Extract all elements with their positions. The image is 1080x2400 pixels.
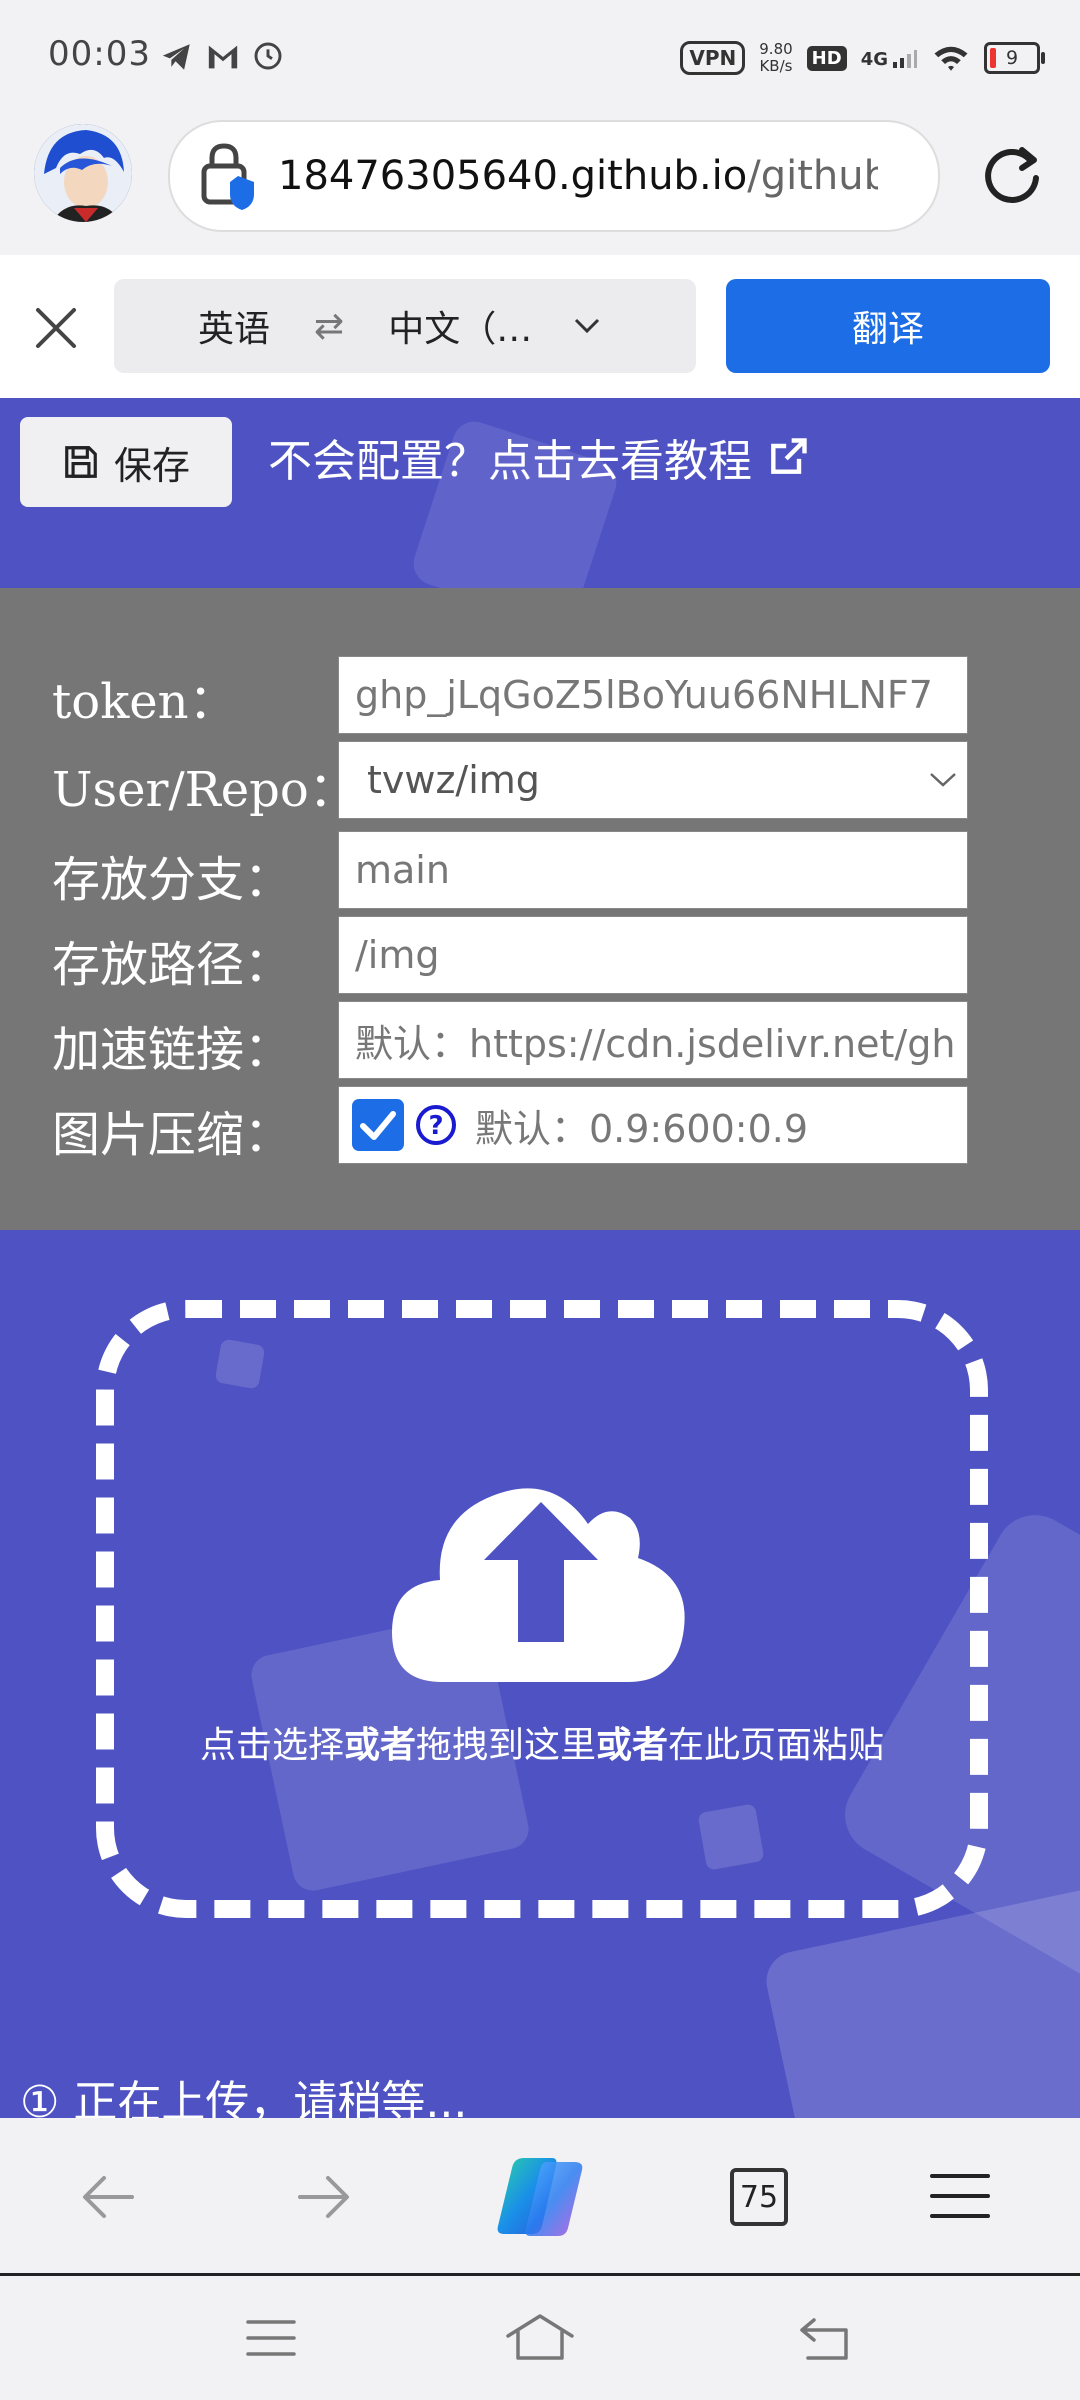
- path-input[interactable]: /img: [338, 916, 968, 994]
- net-speed: 9.80 KB/s: [759, 41, 792, 75]
- back-arrow-icon[interactable]: [80, 2172, 136, 2222]
- drop-text-or: 或者: [343, 1725, 416, 1766]
- home-icon[interactable]: [504, 2312, 576, 2362]
- compress-checkbox[interactable]: [351, 1098, 405, 1152]
- cloud-upload-icon: [392, 1488, 685, 1682]
- close-translate-icon[interactable]: [34, 306, 78, 350]
- compress-value: 默认：0.9:600:0.9: [475, 1106, 809, 1151]
- avatar-image: [34, 124, 132, 222]
- token-label: token：: [52, 674, 237, 730]
- save-button-label: 保存: [113, 443, 190, 488]
- compress-field: ? 默认：0.9:600:0.9: [338, 1086, 968, 1164]
- url-text: 18476305640.github.io/github-fil: [278, 153, 878, 199]
- avatar[interactable]: [34, 124, 132, 222]
- help-icon[interactable]: ?: [415, 1104, 457, 1146]
- tutorial-link[interactable]: 不会配置？点击去看教程: [268, 425, 810, 489]
- forward-arrow-icon[interactable]: [296, 2172, 352, 2222]
- drop-text-or-2: 或者: [596, 1725, 669, 1766]
- cellular-signal-icon: 4G: [861, 46, 918, 70]
- secure-lock-icon: [201, 143, 254, 210]
- drop-text-click: 点击选择: [199, 1725, 344, 1766]
- net-speed-value: 9.80: [759, 40, 793, 58]
- save-button[interactable]: 保存: [20, 417, 232, 507]
- save-icon: [65, 446, 97, 478]
- svg-text:?: ?: [428, 1111, 443, 1141]
- battery-level: 9: [1005, 47, 1019, 69]
- chevron-down-icon: [930, 773, 956, 787]
- recent-apps-icon[interactable]: [246, 2318, 296, 2358]
- url-bar[interactable]: 18476305640.github.io/github-fil: [168, 120, 940, 232]
- status-time: 00:03: [48, 34, 151, 74]
- gmail-icon: [208, 45, 238, 69]
- chevron-down-icon: [575, 318, 600, 334]
- repo-label: User/Repo：: [52, 762, 357, 818]
- cdn-label: 加速链接：: [52, 1022, 293, 1078]
- wifi-icon: [934, 46, 968, 71]
- drop-text-paste: 在此页面粘贴: [668, 1725, 885, 1766]
- copilot-icon[interactable]: [494, 2156, 586, 2238]
- target-language[interactable]: 中文（…: [388, 300, 532, 352]
- network-type: 4G: [860, 49, 888, 70]
- translate-button[interactable]: 翻译: [726, 279, 1050, 373]
- token-input[interactable]: ghp_jLqGoZ5lBoYuu66NHLNF7: [338, 656, 968, 734]
- hd-badge: HD: [806, 45, 847, 71]
- path-value: /img: [355, 933, 440, 977]
- swap-language-icon[interactable]: ⇄: [314, 306, 344, 347]
- drop-text-drag: 拖拽到这里: [415, 1725, 596, 1766]
- external-link-icon: [771, 438, 807, 474]
- tab-count-button[interactable]: 75: [730, 2168, 788, 2226]
- url-path: /github-fil: [747, 153, 878, 199]
- token-value: ghp_jLqGoZ5lBoYuu66NHLNF7: [355, 673, 933, 717]
- vpn-badge: VPN: [680, 41, 746, 75]
- dropzone-instructions: 点击选择或者拖拽到这里或者在此页面粘贴: [96, 1716, 988, 1768]
- clock-icon: [254, 42, 282, 70]
- reload-icon[interactable]: [976, 140, 1046, 210]
- compress-label: 图片压缩：: [52, 1107, 293, 1163]
- cdn-input[interactable]: 默认：https://cdn.jsdelivr.net/gh: [338, 1001, 968, 1079]
- branch-input[interactable]: main: [338, 831, 968, 909]
- repo-value: tvwz/img: [367, 758, 540, 802]
- cdn-value: 默认：https://cdn.jsdelivr.net/gh: [355, 1021, 956, 1066]
- status-right-group: VPN 9.80 KB/s HD 4G 9: [680, 36, 1045, 80]
- url-host: 18476305640.github.io: [278, 153, 748, 199]
- path-label: 存放路径：: [52, 937, 293, 993]
- source-language[interactable]: 英语: [198, 300, 270, 352]
- tutorial-link-label: 不会配置？点击去看教程: [268, 436, 752, 487]
- telegram-icon: [162, 44, 190, 70]
- system-back-icon[interactable]: [796, 2316, 852, 2362]
- battery-indicator: 9: [984, 42, 1045, 74]
- repo-select[interactable]: tvwz/img: [338, 741, 968, 819]
- branch-value: main: [355, 848, 450, 892]
- language-selector[interactable]: 英语 ⇄ 中文（…: [114, 279, 696, 373]
- menu-icon[interactable]: [930, 2172, 990, 2220]
- branch-label: 存放分支：: [52, 852, 293, 908]
- net-speed-unit: KB/s: [759, 57, 793, 75]
